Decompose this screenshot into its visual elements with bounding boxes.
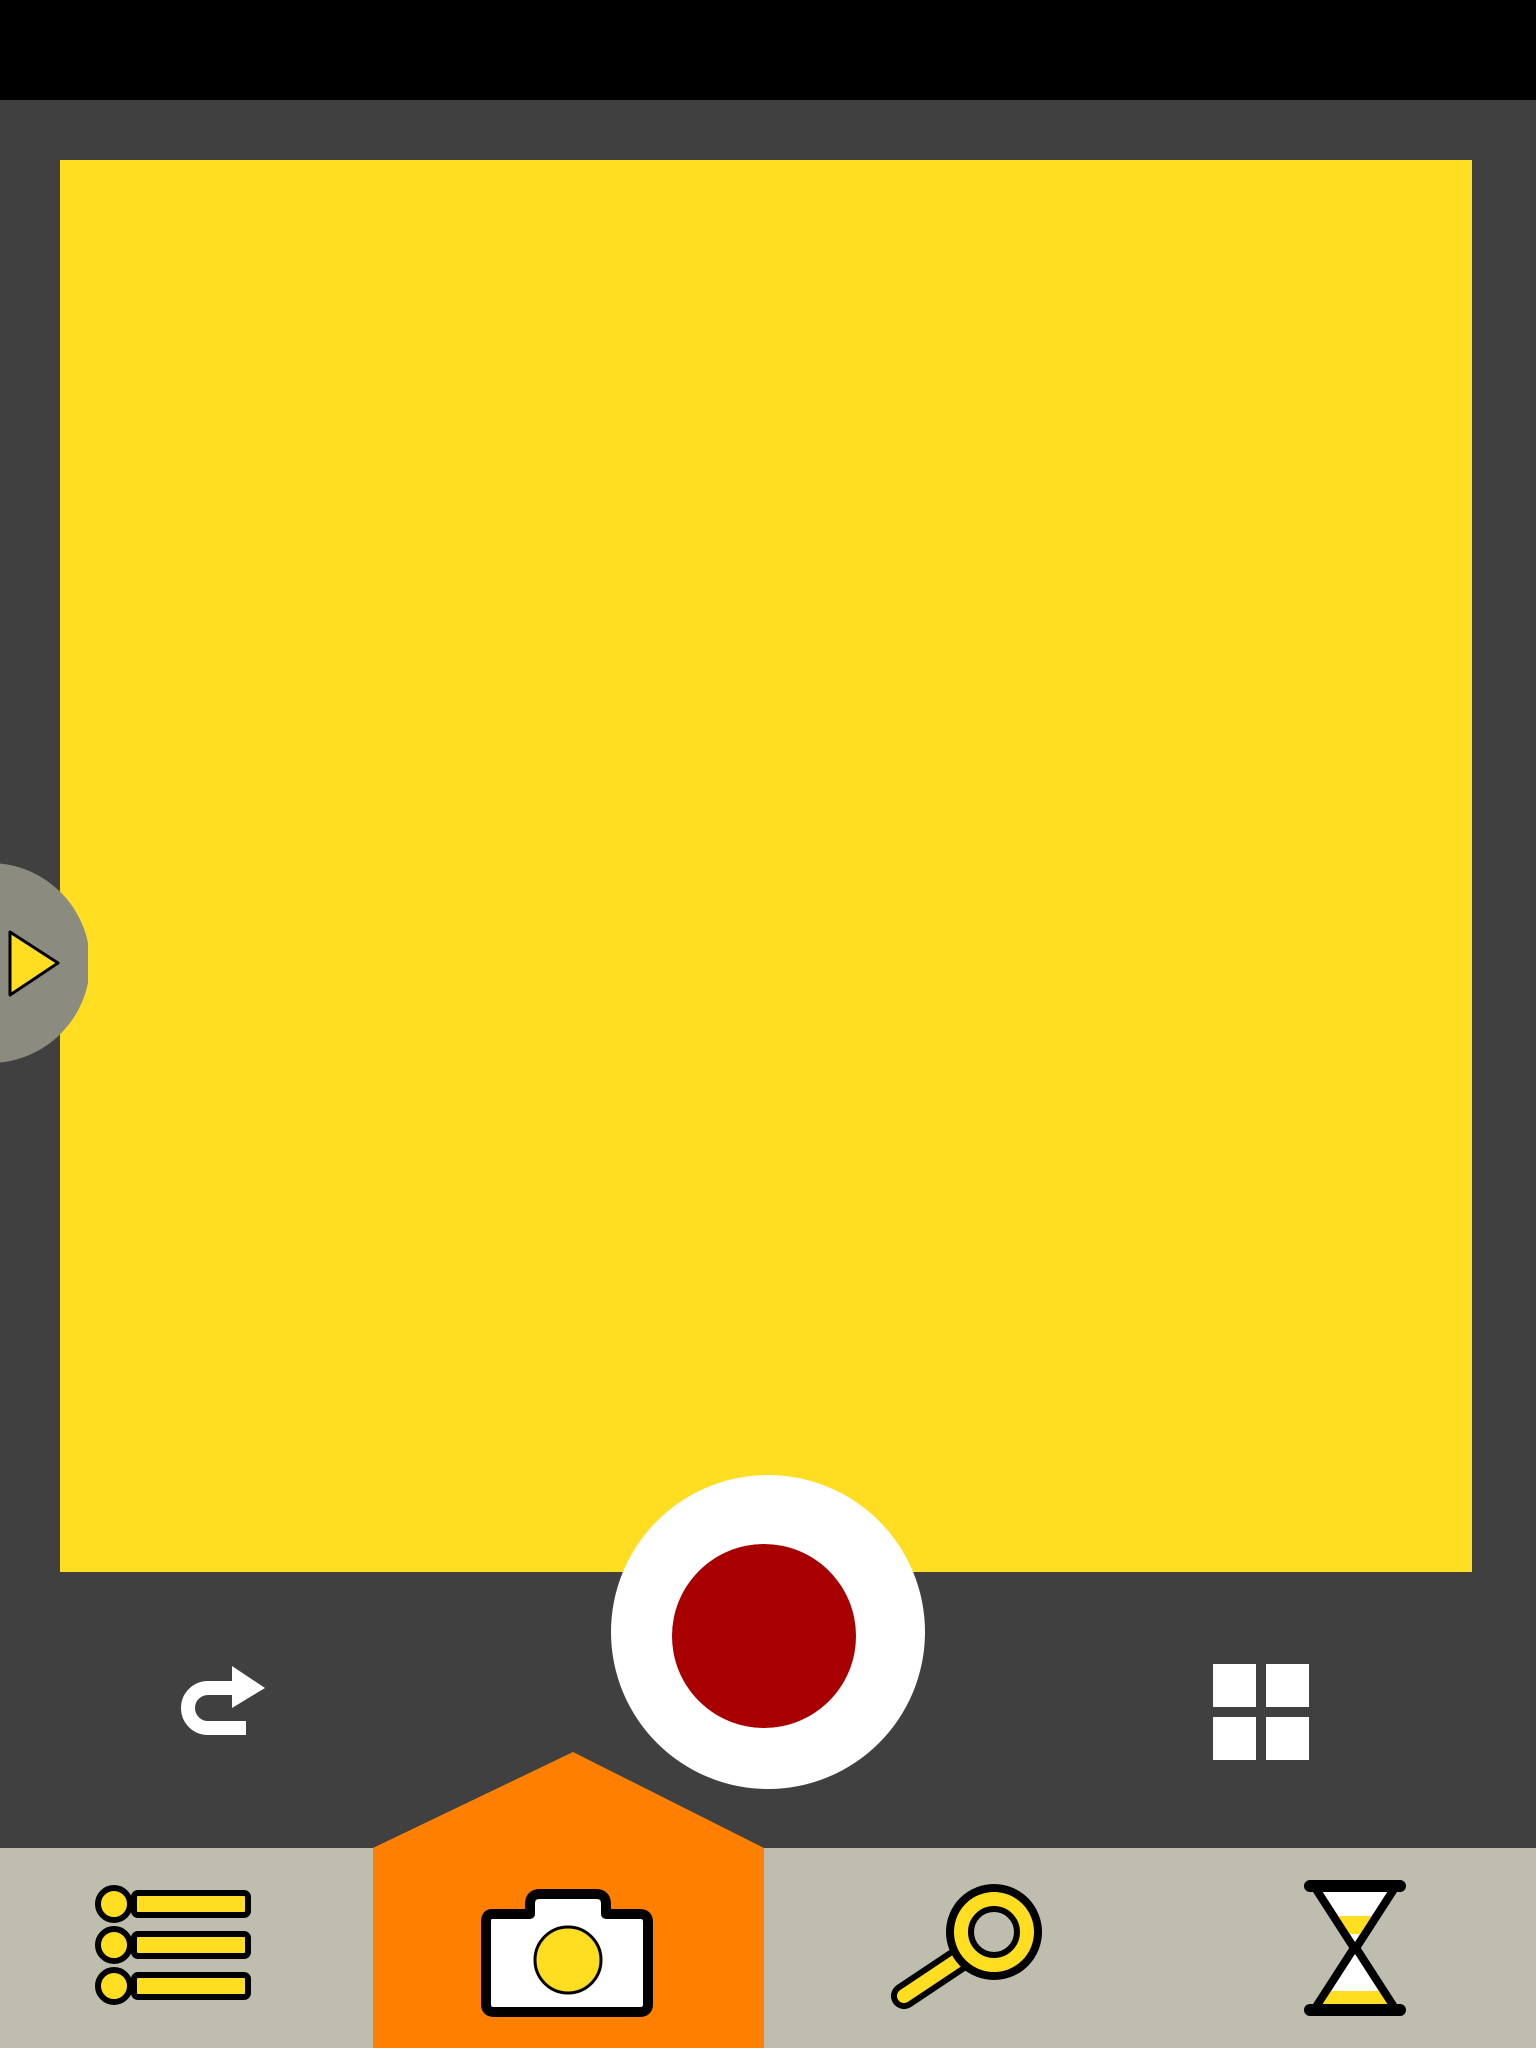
rotate-camera-button[interactable] <box>160 1650 280 1770</box>
tab-list[interactable] <box>0 1848 373 2048</box>
record-shutter-button[interactable] <box>608 1472 928 1792</box>
side-panel-handle[interactable] <box>0 847 88 1079</box>
record-shutter-icon <box>672 1544 856 1728</box>
tab-search[interactable] <box>764 1848 1150 2048</box>
magnifier-icon <box>891 1884 1042 2009</box>
grid-toggle-button[interactable] <box>1206 1660 1326 1780</box>
status-bar <box>0 0 1536 100</box>
camera-icon <box>481 1889 653 2017</box>
tab-history[interactable] <box>1150 1848 1536 2048</box>
camera-viewfinder[interactable] <box>60 160 1472 1572</box>
list-icon <box>95 1885 251 2005</box>
grid-icon <box>1213 1664 1309 1760</box>
hourglass-icon <box>1304 1880 1406 2016</box>
tab-camera[interactable] <box>373 1848 764 2048</box>
arrowhead-icon <box>232 1666 265 1708</box>
